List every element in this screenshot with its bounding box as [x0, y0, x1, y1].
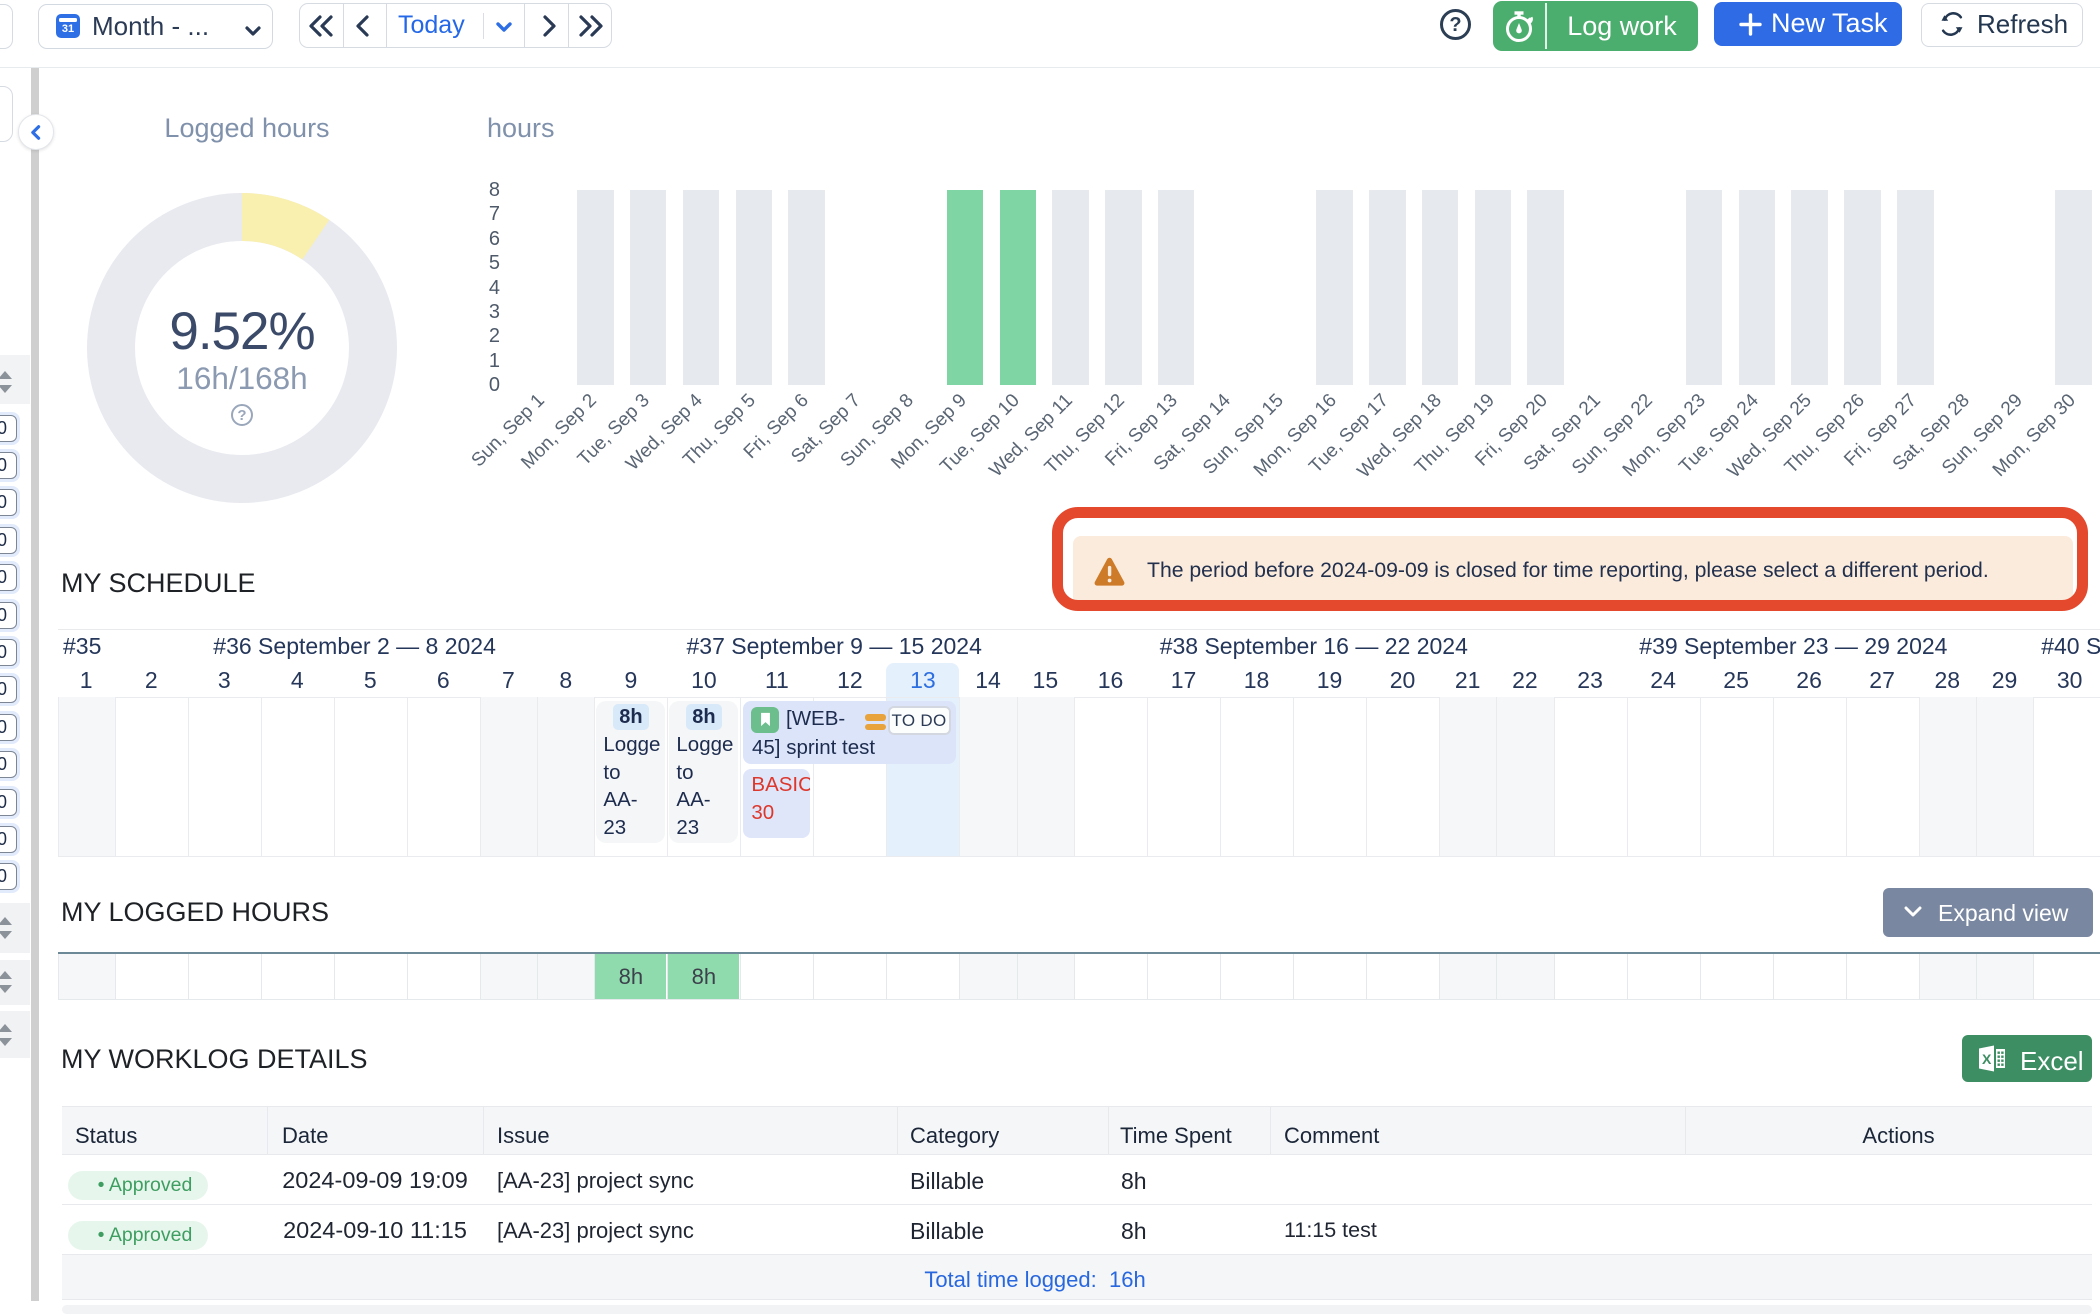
svg-text:X: X: [1982, 1051, 1992, 1067]
